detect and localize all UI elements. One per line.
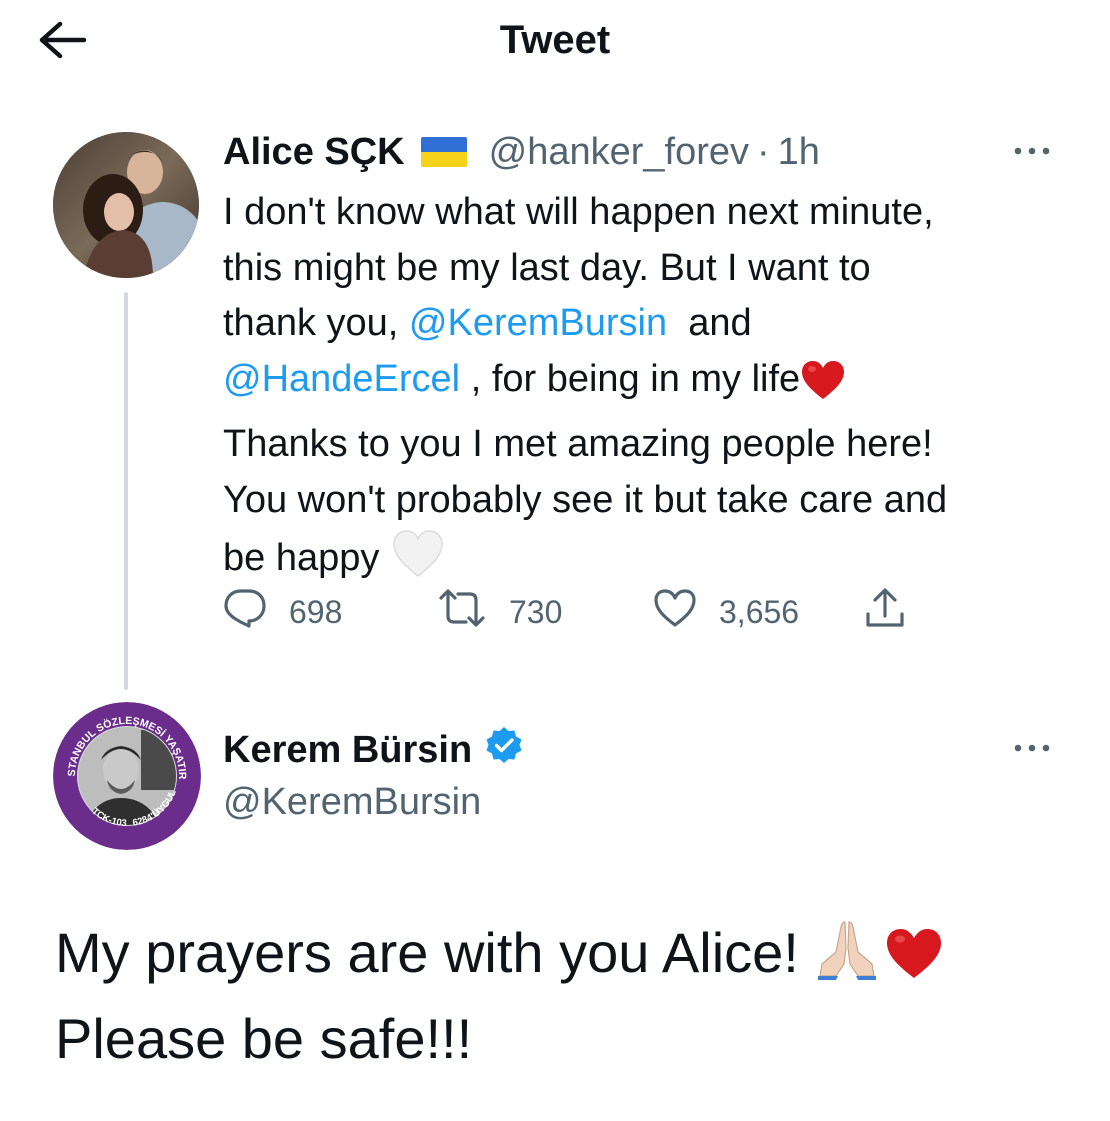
mention-link[interactable]: @HandeErcel bbox=[223, 358, 460, 400]
tweet-text: My prayers are with you Alice! Please be… bbox=[55, 914, 1055, 1078]
mention-link[interactable]: @KeremBursin bbox=[409, 302, 667, 344]
separator-dot: · bbox=[757, 130, 770, 173]
share-button[interactable] bbox=[863, 588, 929, 636]
tweet-text-fragment: , for being in my life bbox=[460, 357, 801, 400]
tweet-text: I don't know what will happen next minut… bbox=[223, 185, 1083, 597]
tweet-text-fragment: be happy bbox=[223, 537, 390, 579]
page-title: Tweet bbox=[499, 18, 611, 62]
display-name[interactable]: Alice SÇK bbox=[223, 131, 405, 174]
more-options-button[interactable] bbox=[1010, 140, 1054, 162]
avatar[interactable]: İSTANBUL SÖZLEŞMESİ YAŞATIR TCK-103 6284… bbox=[53, 702, 201, 850]
username[interactable]: @hanker_forev bbox=[489, 131, 749, 174]
tweet-text-line: Please be safe!!! bbox=[55, 1007, 473, 1070]
retweet-button[interactable]: 730 bbox=[437, 588, 562, 636]
share-icon bbox=[863, 586, 929, 638]
tweet-text-line: You won't probably see it but take care … bbox=[223, 478, 948, 521]
avatar-photo bbox=[53, 132, 199, 278]
tweet-text-line: thank you, @KeremBursin and bbox=[223, 296, 1083, 352]
heart-outline-icon bbox=[653, 588, 719, 636]
more-horizontal-icon bbox=[1010, 147, 1054, 166]
reply-icon bbox=[223, 588, 289, 636]
like-button[interactable]: 3,656 bbox=[653, 588, 799, 636]
tweet-text-fragment: My prayers are with you Alice! bbox=[55, 921, 815, 984]
avatar[interactable] bbox=[53, 132, 199, 278]
retweet-icon bbox=[437, 588, 509, 636]
tweet-text-line: Thanks to you I met amazing people here! bbox=[223, 423, 933, 465]
display-name[interactable]: Kerem Bürsin bbox=[223, 729, 472, 772]
folded-hands-icon bbox=[814, 918, 880, 1000]
reply-button[interactable]: 698 bbox=[223, 588, 342, 636]
tweet-header: Alice SÇK @hanker_forev · 1h bbox=[223, 128, 820, 176]
tweet-text-line: this might be my last day. But I want to bbox=[223, 246, 871, 289]
red-heart-icon bbox=[800, 359, 846, 418]
tweet-text-fragment: and bbox=[667, 302, 752, 344]
tweet-text-line: @HandeErcel , for being in my life bbox=[223, 352, 1083, 418]
tweet-text-fragment: thank you, bbox=[223, 302, 409, 344]
retweet-count: 730 bbox=[509, 593, 563, 630]
ukraine-flag-icon bbox=[420, 137, 467, 167]
tweet-text-line: be happy bbox=[223, 528, 1083, 597]
timestamp[interactable]: 1h bbox=[778, 131, 820, 174]
verified-badge-icon bbox=[472, 725, 524, 775]
top-bar: Tweet bbox=[0, 0, 1110, 90]
more-horizontal-icon bbox=[1010, 744, 1054, 763]
white-heart-icon bbox=[390, 528, 446, 597]
username[interactable]: @KeremBursin bbox=[223, 781, 481, 824]
avatar-photo-ring: İSTANBUL SÖZLEŞMESİ YAŞATIR TCK-103 6284… bbox=[53, 702, 201, 850]
tweet-text-line: My prayers are with you Alice! bbox=[55, 914, 1055, 1000]
display-name-row: Kerem Bürsin bbox=[223, 725, 524, 775]
thread-connector bbox=[124, 292, 128, 690]
like-count: 3,656 bbox=[719, 593, 800, 630]
more-options-button[interactable] bbox=[1010, 737, 1054, 759]
tweet-text-line: I don't know what will happen next minut… bbox=[223, 191, 934, 233]
red-heart-icon bbox=[884, 922, 944, 1000]
reply-count: 698 bbox=[289, 593, 343, 630]
